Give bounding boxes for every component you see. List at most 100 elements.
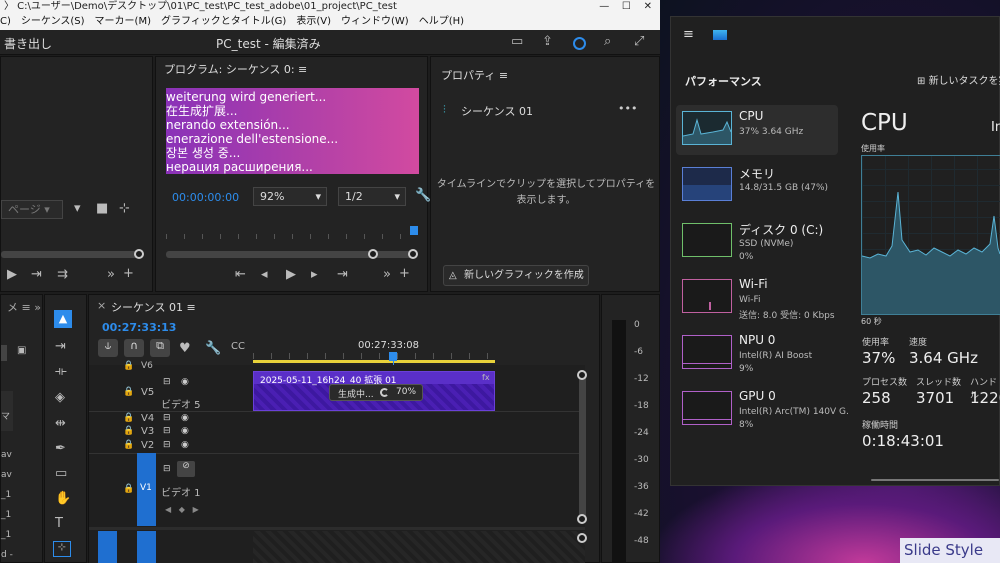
resolution-dropdown[interactable]: 1/2 ▾ bbox=[338, 187, 406, 206]
eye-icon[interactable]: ◉ bbox=[181, 426, 189, 436]
playhead-icon[interactable] bbox=[410, 226, 418, 235]
mark-in-icon[interactable]: ⇤ bbox=[235, 267, 246, 282]
hamburger-icon[interactable]: ≡ bbox=[683, 27, 694, 42]
perf-item-gpu[interactable]: GPU 0 Intel(R) Arc(TM) 140V G. 8% bbox=[676, 385, 849, 435]
menu-item[interactable]: ヘルプ(H) bbox=[419, 16, 464, 27]
lock-icon[interactable]: 🔒 bbox=[123, 484, 134, 494]
film-icon[interactable]: ⊟ bbox=[163, 440, 171, 450]
scroll-knob-right[interactable] bbox=[408, 249, 418, 259]
lock-icon[interactable]: 🔒 bbox=[123, 387, 134, 397]
source-scroll-knob[interactable] bbox=[134, 249, 144, 259]
lock-icon[interactable]: 🔒 bbox=[123, 361, 134, 371]
share-icon[interactable]: ⇪ bbox=[542, 34, 553, 49]
eye-off-icon[interactable]: ⊘ bbox=[177, 461, 195, 477]
menu-item[interactable]: シーケンス(S) bbox=[21, 16, 85, 27]
folder-icon[interactable]: ▣ bbox=[17, 345, 26, 356]
lock-icon[interactable]: 🔒 bbox=[123, 426, 134, 436]
playhead-icon[interactable] bbox=[389, 352, 397, 361]
window-controls[interactable]: — ☐ ✕ bbox=[560, 0, 660, 13]
audio-scroll-knob[interactable] bbox=[577, 533, 587, 543]
marker-icon[interactable]: ♥ bbox=[179, 341, 191, 356]
timeline-timecode[interactable]: 00:27:33:13 bbox=[102, 321, 176, 334]
snap-icon[interactable]: ∩ bbox=[124, 339, 144, 357]
play-button[interactable]: ▶ bbox=[286, 267, 296, 282]
generative-tool-icon[interactable]: ⊹ bbox=[53, 541, 71, 557]
step-back-icon[interactable]: ◂ bbox=[261, 267, 268, 282]
timeline-ruler[interactable] bbox=[253, 353, 495, 359]
zoom-dropdown[interactable]: 92% ▾ bbox=[253, 187, 327, 206]
perf-item-cpu[interactable]: CPU 37% 3.64 GHz bbox=[676, 105, 838, 155]
list-item-label[interactable]: _1 bbox=[1, 525, 13, 545]
keyframe-nav-icon[interactable]: ◀ ◆ ▶ bbox=[165, 505, 199, 514]
track-select-icon[interactable]: ⇥ bbox=[55, 339, 66, 354]
work-area-bar[interactable] bbox=[253, 360, 495, 363]
wrench-icon[interactable]: 🔧 bbox=[205, 341, 221, 356]
export-tab[interactable]: 書き出し bbox=[4, 35, 52, 52]
nest-icon[interactable]: ⫝ bbox=[98, 339, 118, 357]
slip-icon[interactable]: ⇹ bbox=[55, 416, 66, 431]
menu-item[interactable]: 表示(V) bbox=[296, 16, 331, 27]
more-icon[interactable]: » bbox=[383, 267, 391, 282]
perf-item-disk[interactable]: ディスク 0 (C:) SSD (NVMe) 0% bbox=[676, 217, 838, 267]
eye-icon[interactable]: ◉ bbox=[181, 440, 189, 450]
panel-menu-icon[interactable]: メ ≡ » bbox=[7, 299, 41, 315]
menu-item[interactable]: マーカー(M) bbox=[95, 16, 151, 27]
list-item-label[interactable]: d - bbox=[1, 545, 13, 563]
properties-header[interactable]: プロパティ ≡ bbox=[441, 67, 508, 83]
vertical-scrollbar[interactable] bbox=[579, 372, 586, 522]
timeline-tab[interactable]: シーケンス 01 ≡ bbox=[111, 299, 196, 315]
new-graphic-button[interactable]: ◬ 新しいグラフィックを作成 bbox=[443, 265, 589, 286]
split-icon[interactable]: ⊹ bbox=[119, 201, 130, 216]
mark-out-icon[interactable]: ⇥ bbox=[337, 267, 348, 282]
search-icon[interactable]: ⌕ bbox=[604, 34, 611, 49]
list-item-label[interactable]: av bbox=[1, 465, 13, 485]
add-icon[interactable]: + bbox=[399, 266, 410, 281]
insert-icon[interactable]: ⇉ bbox=[57, 267, 68, 282]
film-icon[interactable]: ⊟ bbox=[163, 426, 171, 436]
timecode[interactable]: 00:00:00:00 bbox=[172, 191, 239, 204]
perf-item-npu[interactable]: NPU 0 Intel(R) AI Boost 9% bbox=[676, 329, 838, 379]
horizontal-scrollbar[interactable] bbox=[871, 479, 999, 481]
film-icon[interactable]: ⊟ bbox=[163, 464, 171, 474]
dropdown-icon[interactable]: ▾ bbox=[74, 201, 81, 216]
selection-tool[interactable]: ▲ bbox=[54, 310, 72, 328]
audio-divider[interactable] bbox=[89, 527, 585, 530]
lock-icon[interactable]: 🔒 bbox=[123, 440, 134, 450]
vscroll-knob-bottom[interactable] bbox=[577, 514, 587, 524]
list-item-label[interactable]: av bbox=[1, 445, 13, 465]
type-icon[interactable]: T bbox=[55, 516, 63, 531]
source-scrollbar[interactable] bbox=[1, 251, 141, 258]
close-icon[interactable]: × bbox=[97, 299, 106, 312]
wrench-icon[interactable]: 🔧 bbox=[415, 188, 431, 203]
razor-icon[interactable]: ◈ bbox=[55, 390, 65, 405]
scroll-knob-left[interactable] bbox=[368, 249, 378, 259]
menu-item[interactable]: C) bbox=[0, 16, 11, 27]
eye-icon[interactable]: ◉ bbox=[181, 413, 189, 423]
film-icon[interactable]: ⊟ bbox=[163, 377, 171, 387]
hand-icon[interactable]: ✋ bbox=[55, 491, 71, 506]
lock-icon[interactable]: 🔒 bbox=[123, 413, 134, 423]
program-scrollbar[interactable] bbox=[166, 251, 416, 258]
new-task-button[interactable]: ⊞ 新しいタスクを実 bbox=[917, 72, 1000, 87]
search-field[interactable] bbox=[1, 345, 7, 361]
step-forward-icon[interactable]: ⇥ bbox=[31, 267, 42, 282]
audio-target-a1b[interactable] bbox=[137, 531, 156, 563]
film-icon[interactable]: ⊟ bbox=[163, 413, 171, 423]
list-item-label[interactable]: _1 bbox=[1, 485, 13, 505]
captions-icon[interactable]: CC bbox=[231, 341, 245, 352]
panel-icon[interactable]: ▭ bbox=[511, 34, 523, 49]
rectangle-icon[interactable]: ▭ bbox=[55, 466, 67, 481]
vscroll-knob-top[interactable] bbox=[577, 370, 587, 380]
add-icon[interactable]: + bbox=[123, 266, 134, 281]
ripple-edit-icon[interactable]: ⟛ bbox=[55, 364, 67, 379]
progress-ring-icon[interactable] bbox=[573, 37, 586, 50]
track-target-v1[interactable]: V1 bbox=[137, 453, 156, 526]
perf-item-wifi[interactable]: Wi-Fi Wi-Fi 送信: 8.0 受信: 0 Kbps bbox=[676, 273, 838, 323]
generating-clip[interactable]: 2025-05-11_16h24_40 拡張 01 fx 生成中... 70% bbox=[253, 371, 495, 411]
perf-item-memory[interactable]: メモリ 14.8/31.5 GB (47%) bbox=[676, 161, 838, 211]
play-icon[interactable]: ▶ bbox=[7, 267, 17, 282]
program-header[interactable]: プログラム: シーケンス 0: ≡ bbox=[164, 61, 307, 77]
page-dropdown[interactable]: ページ ▾ bbox=[1, 200, 63, 219]
audio-target-a1[interactable] bbox=[98, 531, 117, 563]
fullscreen-icon[interactable]: ⤢ bbox=[634, 34, 644, 49]
